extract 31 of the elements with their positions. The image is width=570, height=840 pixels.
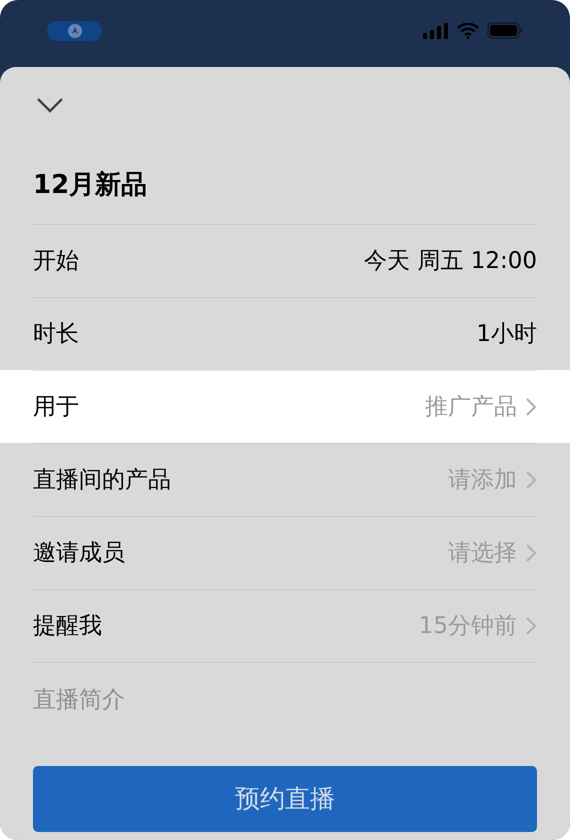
form-row[interactable]: 直播间的产品 请添加: [0, 443, 570, 516]
collapse-chevron-icon[interactable]: [36, 97, 64, 113]
description-field[interactable]: 直播简介: [33, 683, 537, 718]
form-row[interactable]: 提醒我 15分钟前: [0, 589, 570, 662]
chevron-right-icon: [525, 470, 537, 490]
row-value: 今天 周五 12:00: [364, 246, 537, 276]
form-row[interactable]: 邀请成员 请选择: [0, 516, 570, 589]
event-title: 12月新品: [33, 169, 148, 202]
signal-icon: [423, 22, 449, 38]
location-pill[interactable]: [47, 20, 102, 40]
chevron-right-icon: [525, 397, 537, 417]
navigation-icon: [68, 24, 82, 38]
row-label: 提醒我: [33, 612, 102, 641]
row-label: 开始: [33, 246, 79, 276]
row-value: 15分钟前: [418, 612, 517, 641]
row-value: 1小时: [476, 320, 537, 349]
form-row[interactable]: 用于 推广产品: [0, 370, 570, 443]
row-label: 用于: [33, 392, 79, 422]
wifi-icon: [457, 22, 479, 38]
row-label: 时长: [33, 320, 79, 349]
row-value: 请添加: [448, 466, 517, 495]
row-value: 请选择: [448, 538, 517, 568]
battery-icon: [487, 22, 523, 39]
row-label: 邀请成员: [33, 538, 125, 568]
chevron-right-icon: [525, 543, 537, 563]
row-label: 直播间的产品: [33, 466, 171, 495]
schedule-button[interactable]: 预约直播: [33, 766, 537, 832]
chevron-right-icon: [525, 616, 537, 636]
row-value: 推广产品: [425, 392, 517, 422]
form-row[interactable]: 开始 今天 周五 12:00: [0, 224, 570, 297]
form-row[interactable]: 时长 1小时: [0, 297, 570, 370]
